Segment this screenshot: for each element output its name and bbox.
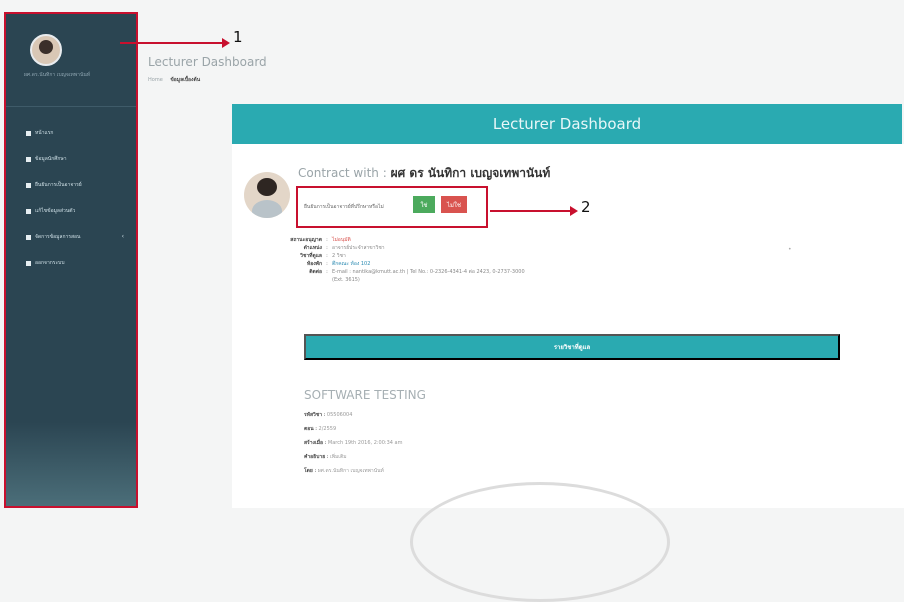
- info-value: อาจารย์ประจำสาขาวิชา: [332, 245, 385, 251]
- course-created: สร้างเมื่อ : March 19th 2016, 2:00:34 am: [304, 440, 403, 446]
- info-value: 2 วิชา: [332, 253, 346, 259]
- info-row-status: สถานะอนุญาต: ไม่อนุมัติ: [256, 236, 525, 244]
- info-label: ติดต่อ: [309, 269, 322, 275]
- contract-heading: Contract with : ผศ ดร นันทิกา เบญจเทพานั…: [298, 164, 550, 183]
- course-by: โดย : ผศ.ดร.นันทิกา เบญจเทพานันท์: [304, 468, 384, 474]
- course-section: ตอน : 2/2559: [304, 426, 337, 432]
- course-code: รหัสวิชา : 05506004: [304, 412, 353, 418]
- arrow-right-icon: [570, 206, 578, 216]
- info-label: วิชาที่ดูแล: [300, 253, 322, 259]
- info-row-subjects: วิชาที่ดูแล: 2 วิชา: [256, 252, 525, 260]
- lecturer-name: ผศ ดร นันทิกา เบญจเทพานันท์: [390, 166, 551, 180]
- page-title: Lecturer Dashboard: [148, 55, 267, 69]
- lecturer-photo: [244, 172, 290, 218]
- annotation-number: 1: [233, 28, 243, 46]
- dashboard-banner: Lecturer Dashboard: [232, 104, 902, 144]
- annotation-box-confirm: [296, 186, 488, 228]
- watermark-arc: [410, 482, 670, 602]
- info-contact-extra: (Ext. 3615): [332, 277, 360, 283]
- arrow-right-icon: [222, 38, 230, 48]
- annotation-line: [490, 210, 572, 212]
- info-label: สถานะอนุญาต: [290, 237, 322, 243]
- info-value[interactable]: ตึกคณะ ห้อง 102: [332, 260, 370, 268]
- breadcrumb-home[interactable]: Home: [148, 77, 163, 83]
- breadcrumb-current: ข้อมูลเบื้องต้น: [170, 77, 201, 83]
- breadcrumb: Home ข้อมูลเบื้องต้น: [148, 76, 200, 84]
- subjects-button[interactable]: รายวิชาที่ดูแล: [304, 334, 840, 360]
- info-value: ไม่อนุมัติ: [332, 237, 351, 243]
- course-title: SOFTWARE TESTING: [304, 388, 426, 402]
- lecturer-info: สถานะอนุญาต: ไม่อนุมัติ ตำแหน่ง: อาจารย์…: [256, 236, 525, 284]
- info-label: ห้องพัก: [306, 261, 322, 267]
- info-row-position: ตำแหน่ง: อาจารย์ประจำสาขาวิชา: [256, 244, 525, 252]
- annotation-box-sidebar: [4, 12, 138, 508]
- dot-icon: •: [788, 246, 792, 253]
- info-label: ตำแหน่ง: [303, 245, 322, 251]
- contract-label: Contract with :: [298, 166, 387, 180]
- annotation-line: [120, 42, 224, 44]
- course-description: คำอธิบาย : เพิ่มเติม: [304, 454, 347, 460]
- info-row-contact: ติดต่อ: E-mail : nantika@kmutt.ac.th | T…: [256, 268, 525, 276]
- info-row-room: ห้องพัก: ตึกคณะ ห้อง 102: [256, 260, 525, 268]
- annotation-number: 2: [581, 198, 591, 216]
- info-value: E-mail : nantika@kmutt.ac.th | Tel No.: …: [332, 269, 525, 275]
- course-details: รหัสวิชา : 05506004 ตอน : 2/2559 สร้างเม…: [304, 408, 403, 478]
